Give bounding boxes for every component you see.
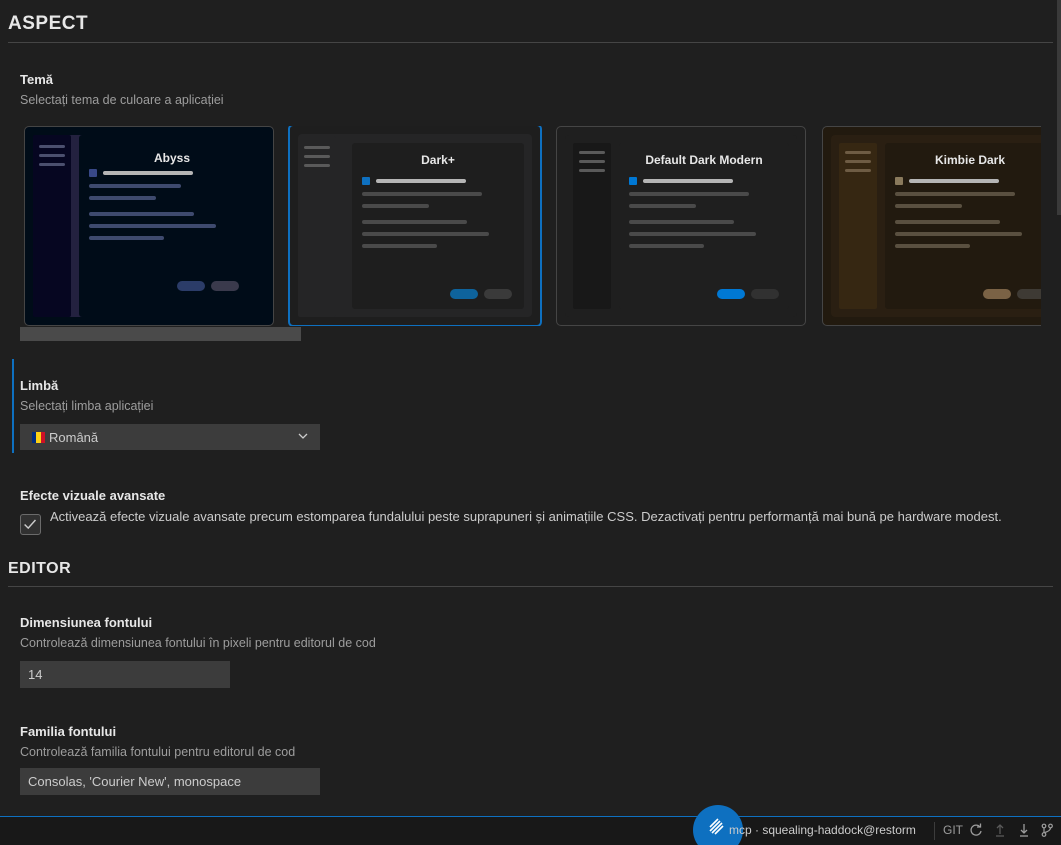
- theme-preview-line: [629, 192, 749, 196]
- section-divider: [8, 586, 1053, 587]
- theme-preview-line: [362, 244, 437, 248]
- theme-picker: Abyss Dark+ Default Dark Modern Kimbie D…: [24, 126, 1041, 326]
- theme-preview-line: [629, 220, 734, 224]
- theme-preview-line: [895, 220, 1000, 224]
- theme-preview-line: [362, 192, 482, 196]
- theme-card-kimbie-dark[interactable]: Kimbie Dark: [822, 126, 1041, 326]
- font-family-input[interactable]: Consolas, 'Courier New', monospace: [20, 768, 320, 795]
- theme-preview-line: [895, 232, 1022, 236]
- theme-name: Abyss: [153, 151, 191, 165]
- theme-preview-line: [376, 179, 466, 183]
- theme-preview-line: [629, 232, 756, 236]
- theme-preview-secondary-button: [1017, 289, 1041, 299]
- theme-preview-primary-button: [983, 289, 1011, 299]
- theme-preview-bullet: [895, 177, 903, 185]
- font-family-description: Controlează familia fontului pentru edit…: [20, 745, 296, 759]
- theme-preview-line: [89, 184, 181, 188]
- theme-preview-bullet: [89, 169, 97, 177]
- checkmark-icon: [24, 519, 37, 530]
- romania-flag-icon: [32, 431, 45, 443]
- theme-preview-primary-button: [717, 289, 745, 299]
- theme-preview-line: [643, 179, 733, 183]
- theme-preview-sidebar: [298, 136, 336, 317]
- theme-preview-line: [89, 212, 194, 216]
- connection-status[interactable]: mcp · squealing-haddock@restorm: [729, 823, 916, 837]
- pull-icon[interactable]: [1017, 823, 1031, 837]
- theme-card-abyss[interactable]: Abyss: [24, 126, 274, 326]
- theme-preview-line: [895, 244, 970, 248]
- theme-preview-sidebar: [33, 135, 71, 317]
- theme-name: Default Dark Modern: [645, 153, 763, 167]
- font-size-input[interactable]: 14: [20, 661, 230, 688]
- theme-preview-editor: Abyss: [79, 135, 265, 317]
- theme-preview-line: [362, 220, 467, 224]
- branch-icon[interactable]: [1040, 823, 1054, 837]
- theme-picker-scrollbar[interactable]: [20, 327, 301, 341]
- theme-preview-line: [362, 204, 429, 208]
- chevron-down-icon: [298, 433, 308, 439]
- theme-preview-line: [89, 224, 216, 228]
- section-title-editor: EDITOR: [8, 560, 72, 577]
- theme-preview-secondary-button: [751, 289, 779, 299]
- effects-checkbox[interactable]: [20, 514, 41, 535]
- language-select[interactable]: Română: [20, 424, 320, 450]
- push-icon[interactable]: [993, 823, 1007, 837]
- vertical-scrollbar[interactable]: [1057, 0, 1061, 215]
- theme-card-dark-plus[interactable]: Dark+: [288, 126, 542, 326]
- theme-preview-secondary-button: [484, 289, 512, 299]
- theme-preview-primary-button: [177, 281, 205, 291]
- font-size-label: Dimensiunea fontului: [20, 615, 153, 630]
- focus-indicator: [12, 359, 14, 453]
- theme-preview-line: [89, 236, 164, 240]
- theme-description: Selectați tema de culoare a aplicației: [20, 93, 224, 107]
- theme-preview-line: [909, 179, 999, 183]
- theme-name: Dark+: [421, 153, 455, 167]
- theme-preview-sidebar: [573, 143, 611, 309]
- font-family-label: Familia fontului: [20, 724, 117, 739]
- theme-name: Kimbie Dark: [934, 153, 1006, 167]
- theme-preview-secondary-button: [211, 281, 239, 291]
- effects-description: Activează efecte vizuale avansate precum…: [50, 509, 1002, 524]
- language-label: Limbă: [20, 378, 59, 393]
- git-label: GIT: [943, 823, 963, 837]
- language-select-value: Română: [49, 429, 99, 445]
- section-title-appearance: ASPECT: [8, 13, 89, 34]
- refresh-icon[interactable]: [969, 823, 983, 837]
- theme-card-default-dark-modern[interactable]: Default Dark Modern: [556, 126, 806, 326]
- status-separator: [934, 822, 935, 840]
- theme-label: Temă: [20, 72, 53, 87]
- status-bar: mcp · squealing-haddock@restorm GIT: [0, 805, 1061, 845]
- theme-preview-line: [895, 204, 962, 208]
- theme-preview-line: [89, 196, 156, 200]
- theme-preview-bullet: [362, 177, 370, 185]
- theme-preview-line: [629, 244, 704, 248]
- theme-preview-sidebar: [839, 143, 877, 309]
- theme-preview-line: [895, 192, 1015, 196]
- theme-preview-editor: Default Dark Modern: [619, 143, 789, 309]
- theme-preview-editor: Dark+: [352, 143, 524, 309]
- theme-preview-bullet: [629, 177, 637, 185]
- theme-preview-line: [103, 171, 193, 175]
- theme-preview-primary-button: [450, 289, 478, 299]
- font-size-description: Controlează dimensiunea fontului în pixe…: [20, 636, 376, 650]
- theme-preview-line: [629, 204, 696, 208]
- language-description: Selectați limba aplicației: [20, 399, 154, 413]
- flag-stripe: [40, 431, 45, 443]
- theme-preview-line: [362, 232, 489, 236]
- theme-preview-editor: Kimbie Dark: [885, 143, 1041, 309]
- section-divider: [8, 42, 1053, 43]
- effects-label: Efecte vizuale avansate: [20, 488, 166, 503]
